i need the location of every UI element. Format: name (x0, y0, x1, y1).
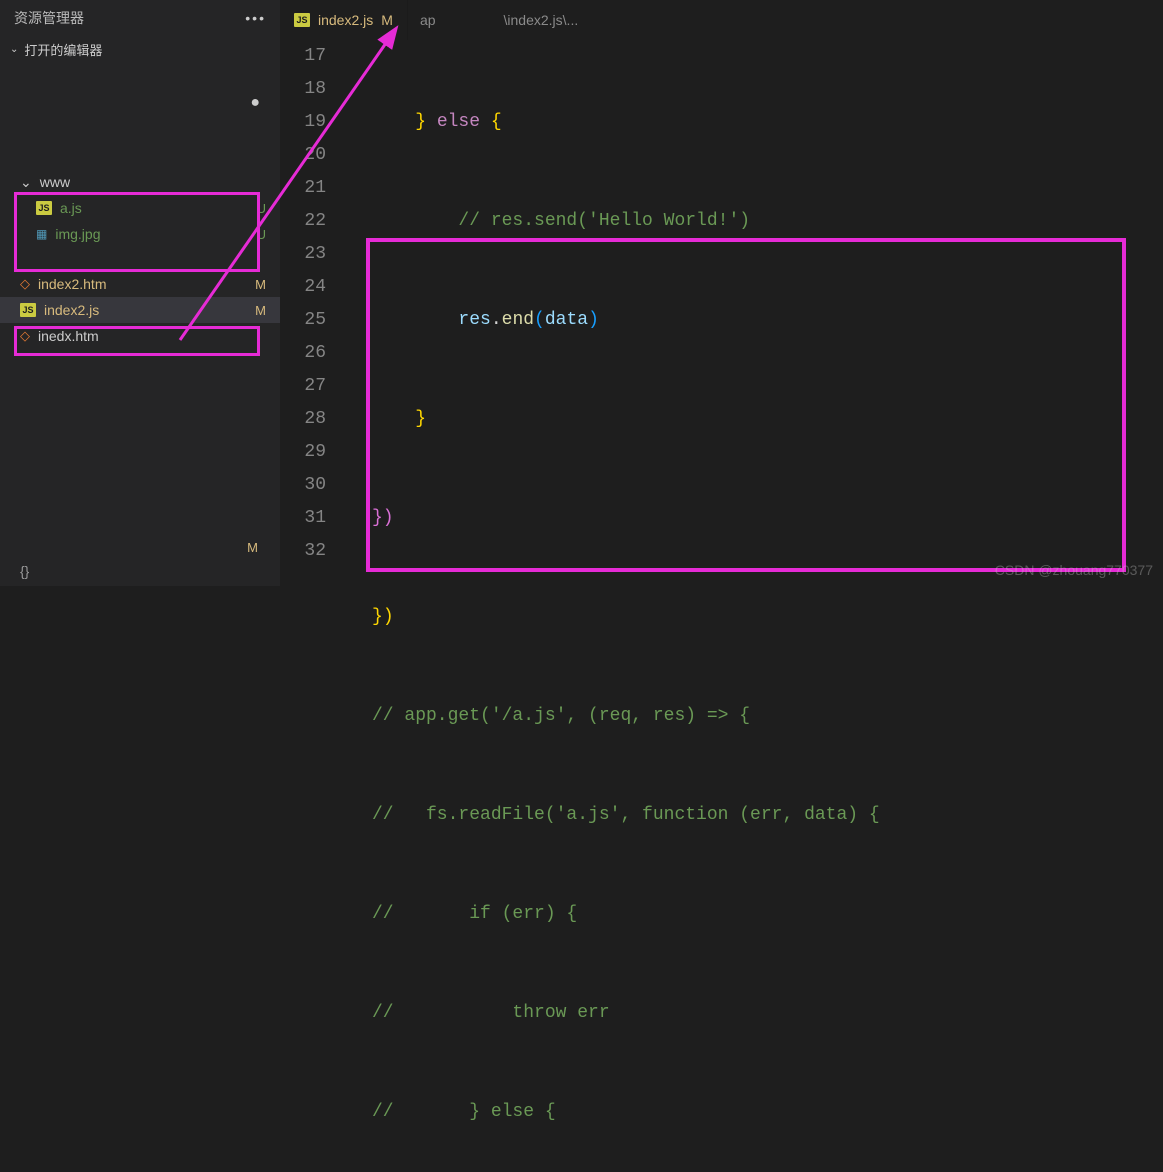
line-number: 32 (280, 535, 326, 568)
html-icon (20, 276, 30, 292)
breadcrumb[interactable]: ap \index2.js\... (408, 0, 1163, 40)
line-number: 25 (280, 304, 326, 337)
tab-index2-js[interactable]: JS index2.js M (280, 0, 408, 40)
line-number: 27 (280, 370, 326, 403)
file-index2-htm[interactable]: index2.htm M (0, 271, 280, 297)
chevron-down-icon: ⌄ (10, 44, 18, 55)
open-editor-item[interactable] (0, 139, 280, 163)
line-number: 24 (280, 271, 326, 304)
line-number: 31 (280, 502, 326, 535)
watermark: CSDN @zhouang770377 (995, 562, 1153, 578)
breadcrumb-seg: ap (420, 12, 436, 28)
file-img-jpg[interactable]: ▦ img.jpg U (0, 221, 280, 247)
more-icon[interactable]: ••• (245, 10, 266, 26)
file-label: index2.js (44, 302, 99, 318)
breadcrumb-seg: \index2.js\... (504, 12, 579, 28)
line-number: 23 (280, 238, 326, 271)
git-status: M (247, 540, 258, 555)
line-gutter: 17 18 19 20 21 22 23 24 25 26 27 28 29 3… (280, 40, 354, 568)
explorer-title-bar: 资源管理器 ••• (0, 0, 280, 36)
git-status: U (257, 227, 266, 242)
file-label: inedx.htm (38, 328, 99, 344)
line-number: 17 (280, 40, 326, 73)
open-editor-item[interactable] (0, 115, 280, 139)
git-status: U (257, 201, 266, 216)
tab-mod-indicator: M (381, 12, 393, 28)
tab-label: index2.js (318, 12, 373, 28)
chevron-down-icon (20, 174, 32, 191)
folder-label: www (40, 174, 70, 190)
brace-icon: {} (20, 563, 29, 579)
file-index2-js[interactable]: JS index2.js M (0, 297, 280, 323)
line-number: 18 (280, 73, 326, 106)
line-number: 28 (280, 403, 326, 436)
status-row: M (0, 534, 280, 560)
folder-www[interactable]: www (0, 169, 280, 195)
file-label: img.jpg (55, 226, 100, 242)
open-editor-item[interactable] (0, 67, 280, 91)
editor-tabs: JS index2.js M ap \index2.js\... (280, 0, 1163, 40)
git-status: M (255, 277, 266, 292)
js-icon: JS (36, 201, 52, 215)
open-editors-header[interactable]: ⌄ 打开的编辑器 (0, 36, 280, 63)
line-number: 26 (280, 337, 326, 370)
spacer-row (0, 247, 280, 271)
line-number: 30 (280, 469, 326, 502)
js-icon: JS (294, 13, 310, 27)
file-inedx-htm[interactable]: inedx.htm (0, 323, 280, 349)
line-number: 20 (280, 139, 326, 172)
line-number: 19 (280, 106, 326, 139)
line-number: 21 (280, 172, 326, 205)
line-number: 29 (280, 436, 326, 469)
file-label: a.js (60, 200, 82, 216)
git-status: M (255, 303, 266, 318)
code-editor[interactable]: 17 18 19 20 21 22 23 24 25 26 27 28 29 3… (280, 40, 1163, 586)
explorer-sidebar: 资源管理器 ••• ⌄ 打开的编辑器 ● www JS a.js U ▦ img… (0, 0, 280, 586)
js-icon: JS (20, 303, 36, 317)
file-label: index2.htm (38, 276, 106, 292)
outline-row[interactable]: {} (0, 560, 280, 586)
open-editors-label: 打开的编辑器 (24, 40, 102, 59)
image-icon: ▦ (36, 227, 47, 241)
open-editors-list: ● (0, 63, 280, 169)
code-content: } else { // res.send('Hello World!') res… (372, 40, 1163, 1172)
explorer-title: 资源管理器 (14, 8, 84, 28)
html-icon (20, 328, 30, 344)
open-editor-item[interactable]: ● (0, 91, 280, 115)
file-a-js[interactable]: JS a.js U (0, 195, 280, 221)
line-number: 22 (280, 205, 326, 238)
